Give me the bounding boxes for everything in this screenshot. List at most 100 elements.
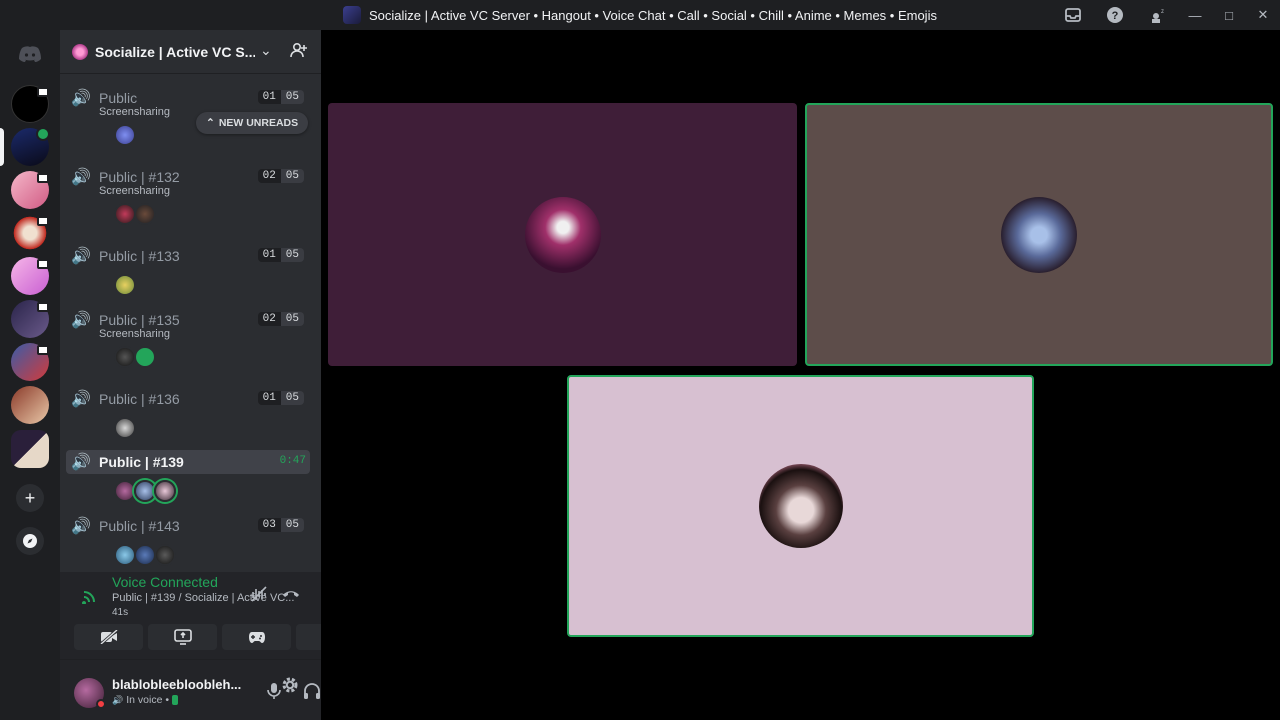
activity-button[interactable] [222, 624, 291, 650]
channel-name: Public | #132 [99, 169, 180, 185]
call-timer: 0:47 [279, 455, 306, 467]
user-limit-badge: 01 05 [257, 248, 304, 262]
voice-channel[interactable]: 🔊 Public | #132 02 05 Screensharing [66, 165, 310, 225]
user-state: 🔊 In voice • [112, 694, 178, 706]
new-unreads-button[interactable]: ⌃ NEW UNREADS [196, 112, 309, 134]
member-avatar[interactable] [114, 417, 136, 439]
voice-channel[interactable]: 🔊 Public | #136 01 05 [66, 387, 310, 439]
channel-sidebar: Socialize | Active VC S... ⌄ 🔊 Public 01… [60, 30, 365, 720]
voice-channel[interactable]: 🔊 Public | #135 02 05 Screensharing [66, 308, 310, 368]
minimize-icon[interactable]: — [1178, 0, 1212, 30]
maximize-icon[interactable]: □ [1212, 0, 1246, 30]
speaker-icon: 🔊 [71, 90, 91, 107]
selected-server-indicator [0, 128, 4, 166]
close-icon[interactable]: ✕ [1246, 0, 1280, 30]
svg-text:?: ? [1112, 10, 1119, 22]
server-badge-icon [37, 302, 49, 312]
member-avatar[interactable] [114, 274, 136, 296]
discord-home-icon[interactable] [16, 40, 44, 68]
channel-name: Public | #135 [99, 312, 180, 328]
server-favicon-icon [343, 6, 362, 24]
member-avatar[interactable] [134, 346, 156, 368]
voice-status[interactable]: Voice Connected [112, 574, 218, 590]
signal-strength-icon[interactable] [82, 588, 100, 609]
server-badge-icon [37, 87, 49, 97]
channel-members [66, 544, 310, 566]
screen-share-button[interactable] [148, 624, 217, 650]
speaker-icon: 🔊 [71, 518, 91, 535]
server-badge-icon [37, 345, 49, 355]
user-limit-badge: 01 05 [257, 90, 304, 104]
member-avatar[interactable] [154, 544, 176, 566]
user-limit-badge: 03 05 [257, 518, 304, 532]
participant-avatar [1001, 196, 1077, 273]
user-limit-badge: 02 05 [257, 169, 304, 183]
idle-status-icon[interactable]: z [1136, 0, 1178, 30]
server-badge-icon [37, 216, 49, 226]
username[interactable]: blablobleebloobleh... [112, 677, 252, 692]
channel-members [66, 417, 310, 439]
channel-name: Public | #139 [99, 454, 184, 470]
participant-avatar [758, 464, 843, 548]
participant-tile-speaking[interactable] [805, 103, 1273, 366]
speaker-icon: 🔊 [71, 169, 91, 186]
inbox-icon[interactable] [1052, 0, 1094, 30]
headphones-icon[interactable] [302, 682, 322, 705]
voice-channel[interactable]: 🔊 Public | #133 01 05 [66, 244, 310, 296]
channel-name: Public [99, 90, 138, 106]
speaker-icon: 🔊 [71, 391, 91, 408]
voice-call-stage [321, 30, 1280, 720]
channel-name: Public | #133 [99, 248, 180, 264]
channel-members [66, 274, 310, 296]
disconnect-icon[interactable] [282, 586, 300, 602]
server-list: + [0, 30, 60, 720]
speaker-icon: 🔊 [112, 694, 124, 705]
help-icon[interactable]: ? [1094, 0, 1136, 30]
channel-members [66, 346, 310, 368]
channel-name: Public | #136 [99, 391, 180, 407]
title-bar: Socialize | Active VC Server • Hangout •… [0, 0, 1280, 30]
explore-servers-icon[interactable] [16, 527, 44, 555]
speaker-icon: 🔊 [71, 248, 91, 265]
camera-off-button[interactable] [74, 624, 143, 650]
server-folder-icon[interactable] [11, 430, 49, 468]
member-avatar[interactable] [114, 544, 136, 566]
dnd-status-icon [96, 699, 106, 709]
user-limit-badge: 02 05 [257, 312, 304, 326]
voice-channel[interactable]: 🔊 Public | #143 03 05 [66, 514, 310, 566]
server-badge-icon [37, 173, 49, 183]
chevron-down-icon[interactable]: ⌄ [260, 42, 272, 59]
add-server-icon[interactable]: + [16, 484, 44, 512]
participant-avatar [524, 196, 601, 273]
channel-members [66, 203, 310, 225]
voice-channel-active[interactable]: 🔊 Public | #139 0:47 [66, 450, 310, 502]
speaker-icon: 🔊 [71, 312, 91, 329]
participant-tile-speaking[interactable] [567, 375, 1034, 637]
member-avatar[interactable] [114, 346, 136, 368]
server-header-icon [72, 43, 88, 60]
gear-icon[interactable] [280, 676, 300, 699]
voice-connection-panel: Voice Connected Public | #139 / Socializ… [60, 572, 365, 660]
speaker-icon: 🔊 [71, 454, 91, 471]
member-avatar[interactable] [154, 480, 176, 502]
member-avatar[interactable] [114, 480, 136, 502]
server-icon-8[interactable] [11, 386, 49, 424]
server-badge-icon [37, 259, 49, 269]
participant-tile[interactable] [328, 103, 797, 366]
voice-elapsed: 41s [112, 607, 129, 618]
member-avatar[interactable] [134, 203, 156, 225]
window-title: Socialize | Active VC Server • Hangout •… [369, 7, 937, 23]
chevron-up-icon: ⌃ [206, 117, 215, 129]
noise-suppression-icon[interactable] [250, 586, 268, 605]
member-avatar[interactable] [134, 480, 156, 502]
voice-active-icon [36, 127, 50, 141]
server-header[interactable]: Socialize | Active VC S... ⌄ [60, 30, 321, 74]
member-avatar[interactable] [114, 203, 136, 225]
member-avatar[interactable] [114, 124, 136, 146]
member-avatar[interactable] [134, 544, 156, 566]
bottle-emoji-icon [172, 695, 178, 705]
svg-text:z: z [1161, 9, 1164, 15]
invite-people-icon[interactable] [290, 42, 308, 63]
channel-members [66, 480, 310, 502]
server-name: Socialize | Active VC S... [95, 43, 255, 60]
